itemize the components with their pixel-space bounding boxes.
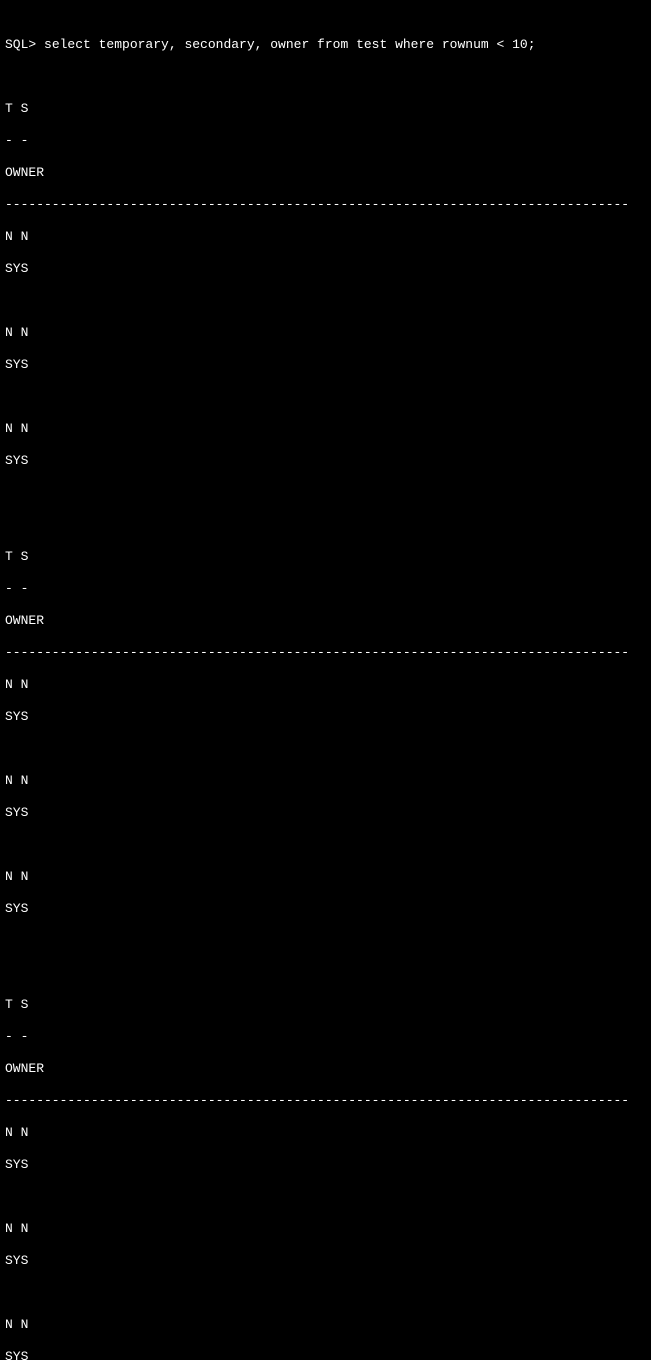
header-cols-dash: - -	[5, 1029, 646, 1045]
data-row: N N	[5, 229, 646, 245]
header-cols-short: T S	[5, 549, 646, 565]
header-cols-dash: - -	[5, 133, 646, 149]
blank-line	[5, 293, 646, 309]
data-row: N N	[5, 773, 646, 789]
sql-prompt-line[interactable]: SQL> select temporary, secondary, owner …	[5, 37, 646, 53]
header-owner: OWNER	[5, 613, 646, 629]
data-owner: SYS	[5, 901, 646, 917]
data-owner: SYS	[5, 1253, 646, 1269]
header-cols-dash: - -	[5, 581, 646, 597]
header-owner: OWNER	[5, 165, 646, 181]
data-row: N N	[5, 421, 646, 437]
sql-prompt: SQL>	[5, 37, 44, 52]
blank-line	[5, 933, 646, 949]
blank-line	[5, 965, 646, 981]
blank-line	[5, 389, 646, 405]
header-cols-short: T S	[5, 997, 646, 1013]
separator: ----------------------------------------…	[5, 197, 646, 213]
data-owner: SYS	[5, 357, 646, 373]
data-owner: SYS	[5, 453, 646, 469]
header-owner: OWNER	[5, 1061, 646, 1077]
blank-line	[5, 1285, 646, 1301]
data-owner: SYS	[5, 261, 646, 277]
separator: ----------------------------------------…	[5, 645, 646, 661]
data-owner: SYS	[5, 1157, 646, 1173]
data-owner: SYS	[5, 709, 646, 725]
blank-line	[5, 69, 646, 85]
data-owner: SYS	[5, 1349, 646, 1360]
header-cols-short: T S	[5, 101, 646, 117]
blank-line	[5, 1189, 646, 1205]
separator: ----------------------------------------…	[5, 1093, 646, 1109]
data-row: N N	[5, 1221, 646, 1237]
blank-line	[5, 837, 646, 853]
sql-command: select temporary, secondary, owner from …	[44, 37, 535, 52]
blank-line	[5, 741, 646, 757]
data-row: N N	[5, 869, 646, 885]
data-row: N N	[5, 325, 646, 341]
data-owner: SYS	[5, 805, 646, 821]
blank-line	[5, 485, 646, 501]
blank-line	[5, 517, 646, 533]
data-row: N N	[5, 1125, 646, 1141]
data-row: N N	[5, 1317, 646, 1333]
data-row: N N	[5, 677, 646, 693]
